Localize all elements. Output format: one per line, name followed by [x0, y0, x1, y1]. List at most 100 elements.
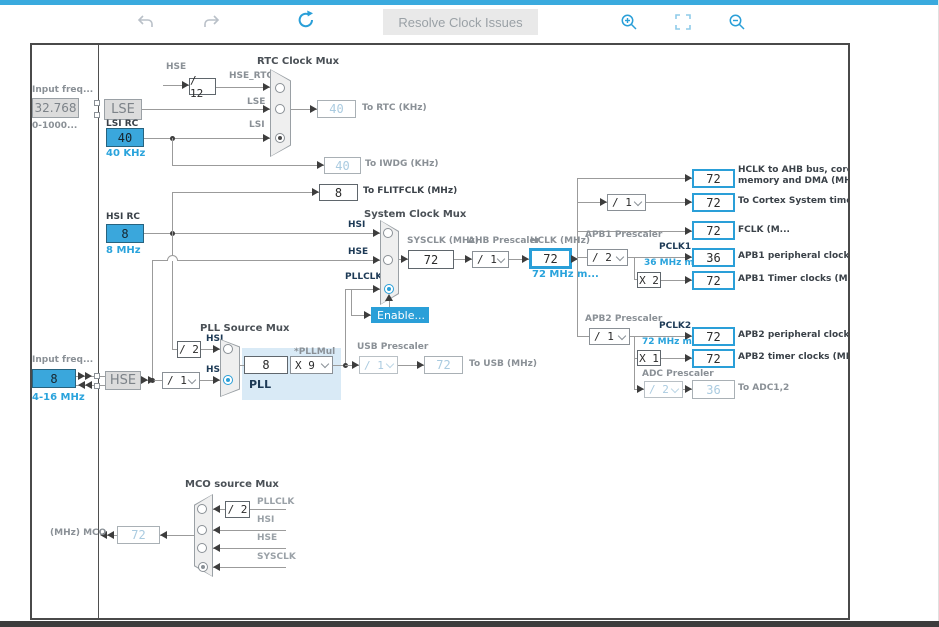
- wire: [144, 233, 380, 234]
- hse-freq-field[interactable]: 8: [32, 369, 76, 388]
- adc-prescaler-select: / 2: [644, 381, 683, 398]
- mco-sysclk-label: SYSCLK: [257, 552, 296, 562]
- chevron-down-icon: [321, 360, 329, 368]
- wire: [685, 385, 692, 393]
- pll-hsi-div2-box: / 2: [177, 341, 201, 358]
- hse-pin-bottom: [94, 383, 100, 389]
- rtc-mux-lse-radio[interactable]: [275, 104, 285, 114]
- sys-mux-pllclk-label: PLLCLK: [345, 272, 382, 282]
- pll-mux-hse-radio[interactable]: [223, 375, 233, 385]
- adc-label: To ADC1,2: [738, 383, 789, 393]
- enable-css-button[interactable]: Enable...: [371, 307, 429, 323]
- resolve-clock-issues-button[interactable]: Resolve Clock Issues: [383, 9, 538, 35]
- wire: [685, 276, 692, 284]
- hclk-value[interactable]: 72: [529, 248, 572, 269]
- rtc-mux-hse-rtc-label: HSE_RTC: [229, 71, 273, 81]
- cortex-prescaler-select[interactable]: / 1: [607, 194, 646, 211]
- wire: [85, 372, 92, 380]
- apb2-prescaler-label: APB2 Prescaler: [585, 314, 662, 324]
- pll-block-label: PLL: [249, 378, 271, 391]
- pll-input-value[interactable]: 8: [244, 356, 288, 374]
- mco-output-label: (MHz) MCO: [50, 528, 106, 538]
- wire: [142, 109, 270, 110]
- rtc-output-value: 40: [317, 100, 356, 118]
- mco-mux-sysclk-radio[interactable]: [198, 562, 208, 572]
- apb2-timer-multiplier-box: X 1: [637, 350, 661, 366]
- wire: [250, 509, 286, 510]
- mco-mux-hsi-radio[interactable]: [197, 525, 207, 535]
- system-clock-mux-title: System Clock Mux: [364, 209, 466, 220]
- wire: [141, 376, 148, 384]
- reset-icon[interactable]: [295, 9, 317, 31]
- zoom-in-icon[interactable]: [620, 13, 638, 31]
- wire: [577, 257, 587, 258]
- wire: [317, 161, 324, 169]
- mco-mux-pllclk-radio[interactable]: [197, 504, 207, 514]
- wire: [577, 336, 589, 337]
- wire: [172, 192, 173, 350]
- hsi-freq-note: 8 MHz: [106, 245, 141, 256]
- apb1-timer-value[interactable]: 72: [692, 271, 735, 290]
- wire: [213, 526, 220, 534]
- chevron-down-icon: [386, 360, 394, 368]
- sys-mux-hse-label: HSE: [348, 247, 368, 257]
- lsi-freq-note: 40 KHz: [106, 148, 145, 159]
- zoom-out-icon[interactable]: [728, 13, 746, 31]
- stm32cubemx-clock-configuration: { "toolbar": { "resolve_label": "Resolve…: [0, 0, 939, 627]
- hsi-freq-field[interactable]: 8: [106, 224, 144, 243]
- pll-mux-hsi-radio[interactable]: [223, 344, 233, 354]
- mco-pll-div2-box: / 2: [225, 501, 250, 518]
- lse-pin-top: [94, 100, 100, 106]
- wire: [351, 290, 352, 316]
- rtc-hse-div12-box[interactable]: / 12: [189, 78, 216, 95]
- usb-prescaler-label: USB Prescaler: [357, 342, 428, 352]
- redo-icon[interactable]: [202, 13, 220, 29]
- wire: [312, 188, 319, 196]
- rtc-mux-lsi-radio[interactable]: [275, 133, 285, 143]
- iwdg-output-value: 40: [324, 157, 361, 174]
- sysclk-value[interactable]: 72: [408, 250, 454, 269]
- hclk-ahb-output-label-line1: HCLK to AHB bus, core,: [738, 165, 850, 175]
- cortex-timer-value[interactable]: 72: [692, 193, 735, 212]
- wire: [213, 376, 220, 384]
- pllmul-select[interactable]: X 9: [290, 356, 333, 374]
- adc-prescaler-value: / 2: [649, 383, 669, 396]
- undo-icon[interactable]: [136, 13, 154, 29]
- sys-mux-pllclk-radio[interactable]: [384, 284, 394, 294]
- sys-mux-hse-radio[interactable]: [383, 255, 393, 265]
- pllmul-value: X 9: [295, 359, 315, 372]
- wire: [172, 192, 319, 193]
- apb2-peripheral-value[interactable]: 72: [692, 327, 735, 346]
- fit-to-screen-icon[interactable]: [674, 13, 692, 31]
- apb2-timer-value[interactable]: 72: [692, 349, 735, 368]
- chevron-down-icon: [618, 331, 626, 339]
- lsi-freq-field[interactable]: 40: [106, 128, 144, 147]
- hclk-note: 72 MHz m...: [532, 269, 599, 280]
- wire: [213, 530, 286, 531]
- pll-hse-div-select[interactable]: / 1: [162, 372, 200, 389]
- sys-mux-hsi-radio[interactable]: [383, 228, 393, 238]
- ahb-prescaler-select[interactable]: / 1: [472, 251, 509, 268]
- wire: [465, 255, 472, 263]
- wire: [389, 300, 390, 307]
- hclk-ahb-output-value[interactable]: 72: [692, 169, 735, 188]
- fclk-value[interactable]: 72: [692, 221, 735, 240]
- apb1-peripheral-value[interactable]: 36: [692, 248, 735, 267]
- wire: [364, 311, 371, 319]
- usb-prescaler-select: / 1: [359, 356, 398, 374]
- apb1-prescaler-select[interactable]: / 2: [587, 249, 628, 266]
- mco-mux-hse-radio[interactable]: [197, 543, 207, 553]
- top-accent-strip: [0, 0, 939, 5]
- wire: [310, 105, 317, 113]
- wire: [182, 81, 189, 89]
- iwdg-output-label: To IWDG (KHz): [365, 159, 439, 169]
- apb1-prescaler-value: / 2: [592, 251, 612, 264]
- wire: [577, 178, 692, 179]
- apb2-prescaler-select[interactable]: / 1: [589, 328, 630, 345]
- ahb-prescaler-value: / 1: [477, 253, 497, 266]
- mco-hsi-label: HSI: [257, 515, 274, 525]
- wire: [148, 376, 155, 384]
- wire: [600, 198, 607, 206]
- rtc-mux-hse-rtc-radio[interactable]: [275, 83, 285, 93]
- wire: [685, 227, 692, 235]
